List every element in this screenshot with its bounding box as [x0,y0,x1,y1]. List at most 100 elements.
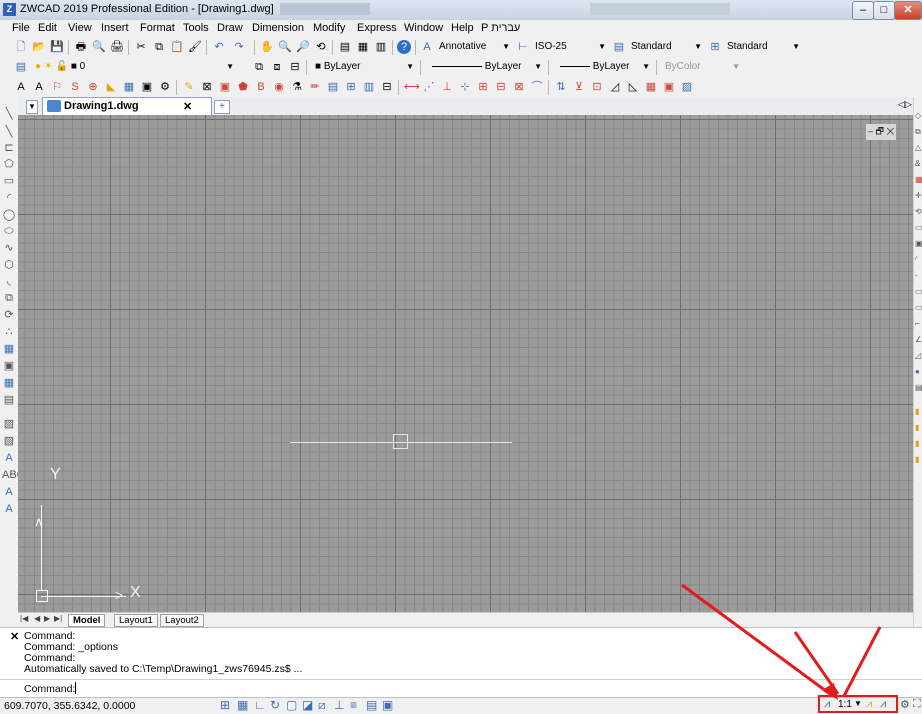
app-icon[interactable]: Z [3,3,16,16]
hatch-icon[interactable]: ▦ [2,342,16,356]
image-icon[interactable]: ▨ [2,417,16,431]
publish-icon[interactable]: 🖨 [110,40,124,54]
selection-cycling-icon[interactable]: ▣ [382,698,393,712]
viewport-close-icon[interactable]: ✕ [887,126,895,136]
trim-icon[interactable]: ⁄ [915,255,922,265]
polar-icon[interactable]: ↻ [270,698,280,712]
color-combo[interactable]: ■ ByLayer ▼ [312,59,416,74]
markup-icon[interactable]: ✏ [308,80,322,94]
dim-space-icon[interactable]: ⇅ [554,80,568,94]
fullscreen-icon[interactable]: ⛶ [913,698,921,711]
menu-insert[interactable]: Insert [101,22,129,34]
open-icon[interactable]: 📂 [32,40,46,54]
center-mark-icon[interactable]: ◿ [608,80,622,94]
viewport-restore-icon[interactable]: 🗗 [876,126,884,136]
text-style-icon[interactable]: ⚐ [50,80,64,94]
new-icon[interactable]: 🗋 [14,40,28,54]
pan-icon[interactable]: ✋ [260,40,274,54]
help-icon[interactable]: ? [397,40,411,54]
arc-icon[interactable]: ◜ [2,191,16,205]
lineweight-combo[interactable]: ByLayer ▼ [554,59,652,74]
wipeout-icon[interactable]: ▤ [2,393,16,407]
tab-scroll-icon[interactable]: ◁▷ [898,99,912,110]
layer-manager-icon[interactable]: ▤ [14,60,28,74]
dim-ordinate-icon[interactable]: ⊥ [440,80,454,94]
mtext-icon[interactable]: A [14,80,28,94]
zoom-window-icon[interactable]: 🔎 [296,40,310,54]
dim-diameter-icon[interactable]: ⊞ [476,80,490,94]
revcloud-icon[interactable]: ⬡ [2,258,16,272]
match-properties-icon[interactable]: 🖌 [188,40,202,54]
new-tab-button[interactable]: + [214,100,230,114]
polygon-icon[interactable]: ⬠ [2,157,16,171]
stretch-icon[interactable]: ▣ [915,239,922,249]
line-icon[interactable]: ╲ [2,107,16,121]
command-input[interactable]: Command: [0,679,922,697]
spline-icon[interactable]: ∿ [2,241,16,255]
cut-icon[interactable]: ✂ [134,40,148,54]
tab-close-icon[interactable]: ✕ [183,100,192,113]
image-icon[interactable]: ▥ [362,80,376,94]
tolerance-icon[interactable]: ⊡ [590,80,604,94]
menu-tools[interactable]: Tools [183,22,209,34]
menu-view[interactable]: View [68,22,92,34]
minimize-button[interactable]: – [852,1,874,20]
dim-break-icon[interactable]: ⊻ [572,80,586,94]
arc-text-icon[interactable]: ◣ [104,80,118,94]
offset-icon[interactable]: & [915,159,922,169]
auto-scale-icon[interactable]: ⩘ [880,698,886,711]
layout-nav-first[interactable]: |◀ [20,614,28,623]
ole-object-icon[interactable]: ⊟ [380,80,394,94]
osnap-icon[interactable]: ▢ [286,698,297,712]
transparency-icon[interactable]: ≡ [350,698,357,712]
ray-icon[interactable]: ╲ [2,125,16,139]
menu-express[interactable]: Express [357,22,397,34]
rotate-icon[interactable]: ⟲ [915,207,922,217]
block-editor-icon[interactable]: ◉ [272,80,286,94]
ellipse-arc-icon[interactable]: ◟ [2,274,16,288]
text-edit-icon[interactable]: A [2,502,16,516]
paste-icon[interactable]: 📋 [170,40,184,54]
mirror-icon[interactable]: △ [915,143,922,153]
point-icon[interactable]: ∴ [2,325,16,339]
drawing-canvas[interactable]: – 🗗 ✕ ∧ Y > X [18,115,913,612]
menu-dimension[interactable]: Dimension [252,22,304,34]
print-icon[interactable]: 🖶 [74,40,88,54]
rectangle-icon[interactable]: ▭ [2,174,16,188]
dim-angular-icon[interactable]: ⊟ [494,80,508,94]
ole-icon[interactable]: ⊞ [344,80,358,94]
zoom-realtime-icon[interactable]: 🔍 [278,40,292,54]
dim-linear-icon[interactable]: ⟷ [404,80,420,94]
viewport-minimize-icon[interactable]: – [868,126,873,136]
menu-file[interactable]: File [12,22,30,34]
break-icon[interactable]: ▭ [915,287,922,297]
hatch-icon[interactable]: ✎ [182,80,196,94]
dimstyle-combo[interactable]: ISO-25 ▼ [532,39,608,54]
blend-icon[interactable]: ◿ [915,351,922,361]
mtext-icon[interactable]: A [2,451,16,465]
dim-edit-icon[interactable]: ◺ [626,80,640,94]
gear-icon[interactable]: ⚙ [900,698,910,711]
text-icon[interactable]: A [32,80,46,94]
grid-icon[interactable]: ▦ [237,698,248,712]
tool-b-icon[interactable]: ▮ [915,423,922,433]
preview-icon[interactable]: 🔍 [92,40,106,54]
annotative-combo[interactable]: Annotative ▼ [436,39,512,54]
design-center-icon[interactable]: ▦ [356,40,370,54]
dim-continue-icon[interactable]: ⌒ [530,80,544,94]
chevron-down-icon[interactable]: ▼ [854,699,862,708]
properties-icon[interactable]: ▤ [338,40,352,54]
copy-icon[interactable]: ⧉ [915,127,922,137]
copy-icon[interactable]: ⧉ [152,40,166,54]
table-icon[interactable]: ▦ [2,376,16,390]
textstyle-combo[interactable]: Standard ▼ [628,39,704,54]
redo-icon[interactable]: ↷ [232,40,246,54]
tool-d-icon[interactable]: ▮ [915,455,922,465]
table-icon[interactable]: ▦ [122,80,136,94]
menu-window[interactable]: Window [404,22,443,34]
tool-a-icon[interactable]: ▮ [915,407,922,417]
annotation-visibility-icon[interactable]: ⩘ [866,698,872,711]
menu-edit[interactable]: Edit [38,22,57,34]
zoom-previous-icon[interactable]: ⟲ [314,40,328,54]
scale-icon[interactable]: ▭ [915,223,922,233]
